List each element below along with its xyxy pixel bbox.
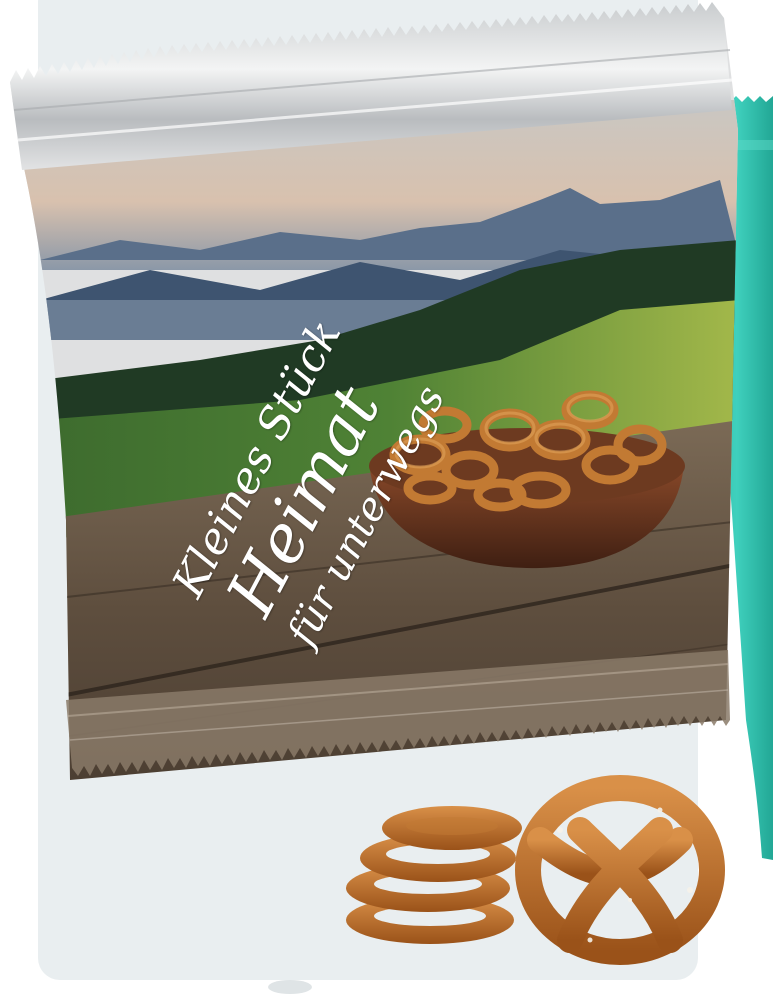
knot-pretzel [515, 775, 725, 965]
pretzel-pile [346, 775, 725, 965]
carousel-indicator [268, 980, 312, 994]
stacked-pretzel-rings [346, 806, 522, 944]
